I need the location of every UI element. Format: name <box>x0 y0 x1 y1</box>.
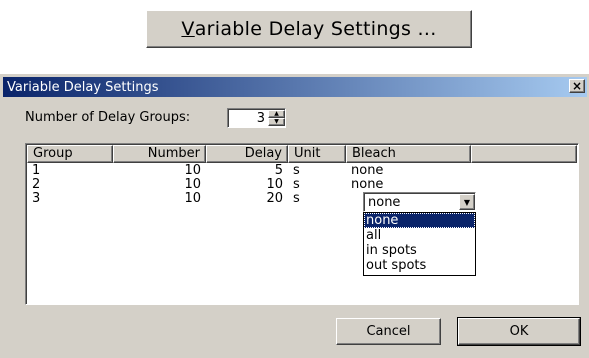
spin-arrows: ▲ ▼ <box>268 110 285 126</box>
table-row[interactable]: 3 10 20 s <box>27 192 577 206</box>
cell-group: 2 <box>32 178 41 192</box>
close-button[interactable]: × <box>569 79 585 93</box>
up-arrow-icon[interactable]: ▲ <box>268 110 285 118</box>
ok-button[interactable]: OK <box>457 317 581 346</box>
bleach-option-out-spots[interactable]: out spots <box>364 258 475 273</box>
cell-unit: s <box>293 178 300 192</box>
down-arrow-icon[interactable]: ▼ <box>268 118 285 126</box>
cell-delay: 10 <box>266 178 283 192</box>
cell-number: 10 <box>184 164 201 178</box>
column-header-bleach[interactable]: Bleach <box>346 145 471 163</box>
cell-unit: s <box>293 192 300 206</box>
variable-delay-settings-button[interactable]: Variable Delay Settings ... <box>146 10 472 48</box>
variable-delay-dialog: Variable Delay Settings × Number of Dela… <box>0 74 589 358</box>
cancel-button[interactable]: Cancel <box>336 318 441 345</box>
chevron-down-icon[interactable]: ▼ <box>459 194 475 210</box>
cell-unit: s <box>293 164 300 178</box>
bleach-select[interactable]: none ▼ <box>363 192 476 212</box>
bleach-option-all[interactable]: all <box>364 228 475 243</box>
close-icon: × <box>571 79 583 93</box>
column-header-group[interactable]: Group <box>27 145 113 163</box>
cell-bleach: none <box>351 164 384 178</box>
table-row[interactable]: 1 10 5 s none <box>27 164 577 178</box>
cell-delay: 5 <box>274 164 283 178</box>
cell-bleach: none <box>351 178 384 192</box>
num-groups-label: Number of Delay Groups: <box>25 110 191 125</box>
cell-number: 10 <box>184 178 201 192</box>
num-groups-value[interactable]: 3 <box>228 111 268 126</box>
bleach-option-none[interactable]: none <box>364 213 475 228</box>
delay-groups-table[interactable]: Group Number Delay Unit Bleach 1 10 5 s … <box>25 143 579 305</box>
table-row[interactable]: 2 10 10 s none <box>27 178 577 192</box>
launcher-mnemonic: V <box>181 18 195 40</box>
column-header-filler <box>471 145 577 163</box>
bleach-select-value[interactable]: none <box>364 195 459 210</box>
cell-delay: 20 <box>266 192 283 206</box>
column-header-unit[interactable]: Unit <box>288 145 346 163</box>
dialog-title: Variable Delay Settings <box>7 79 159 95</box>
table-header: Group Number Delay Unit Bleach <box>27 145 577 163</box>
bleach-dropdown-list[interactable]: none all in spots out spots <box>363 212 476 276</box>
launcher-label: ariable Delay Settings ... <box>194 18 437 40</box>
dialog-titlebar: Variable Delay Settings × <box>3 77 587 97</box>
num-groups-spinner[interactable]: 3 ▲ ▼ <box>227 108 286 128</box>
column-header-delay[interactable]: Delay <box>206 145 288 163</box>
cell-number: 10 <box>184 192 201 206</box>
cell-group: 3 <box>32 192 41 206</box>
column-header-number[interactable]: Number <box>113 145 206 163</box>
cell-group: 1 <box>32 164 41 178</box>
bleach-option-in-spots[interactable]: in spots <box>364 243 475 258</box>
